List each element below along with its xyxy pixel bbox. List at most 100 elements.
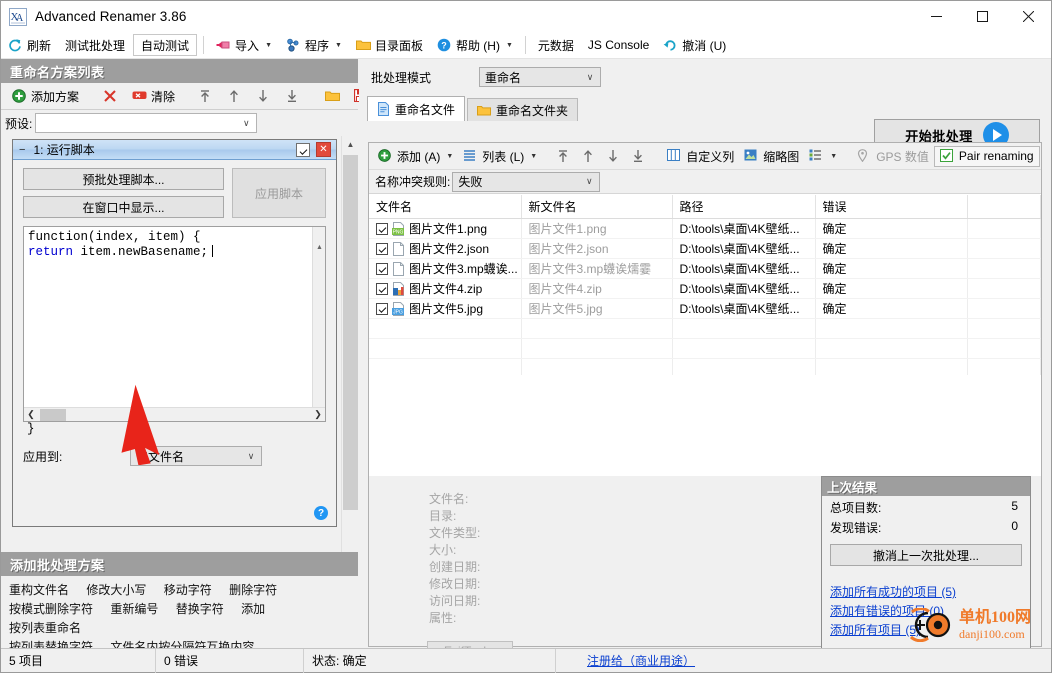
script-horizontal-scrollbar[interactable]: ❮ ❯ (24, 407, 325, 421)
toolbar-undo[interactable]: 撤消 (U) (657, 34, 732, 56)
rule-card-header[interactable]: − 1: 运行脚本 ✕ (13, 140, 336, 160)
tab-rename-files[interactable]: 重命名文件 (367, 96, 466, 121)
cell-filename[interactable]: 图片文件3.mp蠛诶... (369, 258, 522, 279)
row-checkbox[interactable] (376, 262, 388, 275)
custom-columns-button[interactable]: 自定义列 (662, 146, 739, 167)
name-conflict-combo[interactable]: 失败 ∨ (452, 171, 601, 192)
script-code-area[interactable]: function(index, item) { return item.newB… (24, 227, 312, 407)
rule-close-icon[interactable]: ✕ (316, 142, 331, 157)
cell-newname[interactable]: 图片文件1.png (521, 218, 673, 239)
toolbar-program[interactable]: 程序 ▼ (280, 34, 348, 56)
cell-filename[interactable]: 图片文件4.zip (369, 278, 522, 299)
toolbar-js-console[interactable]: JS Console (582, 34, 655, 56)
toolbar-refresh[interactable]: 刷新 (2, 34, 57, 56)
method-link-renumber[interactable]: 重新编号 (110, 602, 158, 616)
cell-error[interactable]: 确定 (815, 258, 968, 279)
pre-batch-script-button[interactable]: 预批处理脚本... (23, 168, 224, 190)
cell-error[interactable]: 确定 (815, 278, 968, 299)
thumbnail-button[interactable]: 缩略图 (739, 146, 804, 167)
scroll-thumb[interactable] (343, 155, 358, 510)
scroll-up-icon[interactable]: ▲ (342, 136, 359, 153)
minimize-button[interactable] (913, 1, 959, 32)
row-checkbox[interactable] (376, 282, 388, 295)
table-row[interactable]: 图片文件4.zip 图片文件4.zip D:\tools\桌面\4K壁纸... … (369, 278, 1041, 299)
clear-methods-button[interactable]: 清除 (126, 85, 181, 107)
column-header-path[interactable]: 路径 (672, 195, 816, 219)
move-top-button[interactable] (193, 85, 220, 107)
list-move-bottom-button[interactable] (627, 146, 652, 167)
undo-last-batch-button[interactable]: 撤消上一次批处理... (830, 544, 1022, 566)
list-move-top-button[interactable] (552, 146, 577, 167)
cell-filename[interactable]: PNG 图片文件1.png (369, 218, 522, 239)
method-link-rename-by-list[interactable]: 按列表重命名 (9, 621, 81, 635)
list-move-down-button[interactable] (602, 146, 627, 167)
cell-filename[interactable]: JPG 图片文件5.jpg (369, 298, 522, 319)
column-header-newname[interactable]: 新文件名 (521, 195, 673, 219)
script-vertical-scrollbar[interactable]: ▲ (312, 227, 325, 407)
toolbar-import[interactable]: 导入 ▼ (210, 34, 278, 56)
add-files-button[interactable]: 添加 (A) ▼ (373, 146, 458, 167)
cell-path[interactable]: D:\tools\桌面\4K壁纸... (672, 218, 816, 239)
cell-filename[interactable]: 图片文件2.json (369, 238, 522, 259)
cell-newname[interactable]: 图片文件3.mp蠛诶燸霎 (521, 258, 673, 279)
close-button[interactable] (1005, 1, 1051, 32)
move-down-button[interactable] (251, 85, 278, 107)
show-in-window-button[interactable]: 在窗口中显示... (23, 196, 224, 218)
rule-help-icon[interactable]: ? (314, 506, 328, 520)
link-add-successful-items[interactable]: 添加所有成功的项目 (5) (830, 583, 1030, 602)
delete-method-button[interactable] (97, 85, 124, 107)
apply-script-button[interactable]: 应用脚本 (232, 168, 326, 218)
scroll-thumb[interactable] (40, 408, 66, 421)
cell-path[interactable]: D:\tools\桌面\4K壁纸... (672, 258, 816, 279)
method-link-rebuild-name[interactable]: 重构文件名 (9, 583, 69, 597)
preset-combo[interactable]: ∨ (35, 113, 258, 133)
row-checkbox[interactable] (376, 302, 388, 315)
column-header-filename[interactable]: 文件名 (369, 195, 522, 219)
scroll-right-icon[interactable]: ❯ (311, 409, 325, 420)
table-row-empty[interactable] (369, 338, 1041, 359)
gps-values-button[interactable]: GPS 数值 (852, 146, 934, 167)
batch-mode-combo[interactable]: 重命名 ∨ (479, 67, 601, 87)
move-up-button[interactable] (222, 85, 249, 107)
cell-path[interactable]: D:\tools\桌面\4K壁纸... (672, 298, 816, 319)
method-link-remove-pattern[interactable]: 按模式删除字符 (9, 602, 93, 616)
cell-error[interactable]: 确定 (815, 218, 968, 239)
tab-rename-folders[interactable]: 重命名文件夹 (467, 98, 579, 121)
method-link-change-case[interactable]: 修改大小写 (86, 583, 146, 597)
row-checkbox[interactable] (376, 242, 388, 255)
cell-path[interactable]: D:\tools\桌面\4K壁纸... (672, 238, 816, 259)
method-link-replace[interactable]: 替换字符 (176, 602, 224, 616)
cell-newname[interactable]: 图片文件5.jpg (521, 298, 673, 319)
rule-enabled-checkbox[interactable] (296, 142, 310, 157)
move-bottom-button[interactable] (280, 85, 307, 107)
column-header-error[interactable]: 错误 (815, 195, 968, 219)
toolbar-auto-test[interactable]: 自动测试 (133, 34, 198, 56)
details-view-button[interactable]: ▼ (804, 146, 842, 167)
open-methods-button[interactable] (319, 85, 346, 107)
toolbar-test-batch[interactable]: 测试批处理 (59, 34, 131, 56)
table-row[interactable]: JPG 图片文件5.jpg 图片文件5.jpg D:\tools\桌面\4K壁纸… (369, 298, 1041, 319)
cell-path[interactable]: D:\tools\桌面\4K壁纸... (672, 278, 816, 299)
cell-newname[interactable]: 图片文件4.zip (521, 278, 673, 299)
script-editor[interactable]: function(index, item) { return item.newB… (23, 226, 326, 422)
table-row[interactable]: 图片文件2.json 图片文件2.json D:\tools\桌面\4K壁纸..… (369, 238, 1041, 259)
toolbar-folder-panel[interactable]: 目录面板 (350, 34, 429, 56)
cell-newname[interactable]: 图片文件2.json (521, 238, 673, 259)
link-add-all-items[interactable]: 添加所有项目 (5) (830, 621, 1030, 640)
table-row[interactable]: 图片文件3.mp蠛诶... 图片文件3.mp蠛诶燸霎 D:\tools\桌面\4… (369, 258, 1041, 279)
scroll-up-icon[interactable]: ▲ (313, 241, 325, 253)
method-link-remove-chars[interactable]: 删除字符 (229, 583, 277, 597)
table-row[interactable]: PNG 图片文件1.png 图片文件1.png D:\tools\桌面\4K壁纸… (369, 218, 1041, 239)
pair-renaming-toggle[interactable]: Pair renaming (933, 145, 1040, 167)
apply-to-combo[interactable]: 仅文件名 ∨ (130, 446, 262, 466)
cell-error[interactable]: 确定 (815, 238, 968, 259)
table-row-empty[interactable] (369, 318, 1041, 339)
table-row-empty[interactable] (369, 358, 1041, 375)
register-link[interactable]: 注册给（商业用途） (587, 652, 695, 669)
cell-error[interactable]: 确定 (815, 298, 968, 319)
list-move-up-button[interactable] (577, 146, 602, 167)
link-add-error-items[interactable]: 添加有错误的项目 (0) (830, 602, 1030, 621)
collapse-icon[interactable]: − (19, 144, 25, 156)
toolbar-metadata[interactable]: 元数据 (532, 34, 580, 56)
maximize-button[interactable] (959, 1, 1005, 32)
